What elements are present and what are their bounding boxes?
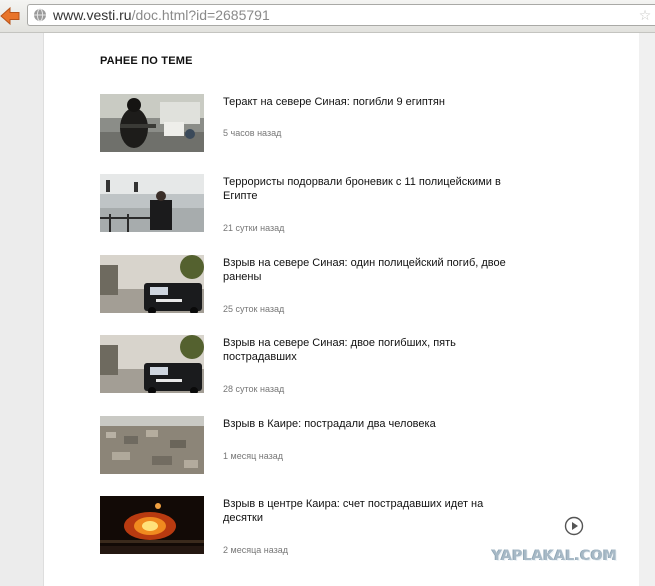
back-arrow-icon[interactable] [0,6,20,26]
news-thumbnail[interactable] [100,416,204,474]
news-item[interactable]: Взрыв в центре Каира: счет пострадавших … [100,496,560,556]
news-timestamp: 28 суток назад [223,384,285,394]
news-timestamp: 2 месяца назад [223,545,288,555]
url-host: www.vesti.ru [53,7,132,23]
url-text: www.vesti.ru/doc.html?id=2685791 [53,6,270,24]
news-item[interactable]: Террористы подорвали броневик с 11 полиц… [100,174,560,234]
news-thumbnail[interactable] [100,496,204,554]
news-thumbnail[interactable] [100,94,204,152]
news-timestamp: 1 месяц назад [223,451,283,461]
news-timestamp: 25 суток назад [223,304,285,314]
news-thumbnail[interactable] [100,335,204,393]
right-margin [639,33,655,586]
browser-toolbar: www.vesti.ru/doc.html?id=2685791 ☆ [0,0,655,33]
news-timestamp: 5 часов назад [223,128,282,138]
news-headline[interactable]: Взрыв на севере Синая: двое погибших, пя… [223,336,513,364]
news-headline[interactable]: Теракт на севере Синая: погибли 9 египтя… [223,95,513,109]
globe-icon [33,8,47,22]
news-item[interactable]: Взрыв на севере Синая: один полицейский … [100,255,560,315]
news-item[interactable]: Взрыв на севере Синая: двое погибших, пя… [100,335,560,395]
news-item[interactable]: Взрыв в Каире: пострадали два человека 1… [100,416,560,476]
news-timestamp: 21 сутки назад [223,223,285,233]
page-content: РАНЕЕ ПО ТЕМЕ Теракт на севере Синая: по… [43,33,640,586]
news-headline[interactable]: Взрыв на севере Синая: один полицейский … [223,256,513,284]
url-path: /doc.html?id=2685791 [131,7,270,23]
news-thumbnail[interactable] [100,255,204,313]
news-item[interactable]: Теракт на севере Синая: погибли 9 египтя… [100,94,560,154]
play-icon[interactable] [564,516,584,536]
news-headline[interactable]: Террористы подорвали броневик с 11 полиц… [223,175,513,203]
news-thumbnail[interactable] [100,174,204,232]
news-headline[interactable]: Взрыв в центре Каира: счет пострадавших … [223,497,513,525]
section-title: РАНЕЕ ПО ТЕМЕ [100,55,193,67]
address-bar[interactable]: www.vesti.ru/doc.html?id=2685791 ☆ [27,4,655,26]
watermark: YAPLAKAL.COM [492,548,618,564]
bookmark-star-icon[interactable]: ☆ [637,7,653,23]
news-headline[interactable]: Взрыв в Каире: пострадали два человека [223,417,513,431]
